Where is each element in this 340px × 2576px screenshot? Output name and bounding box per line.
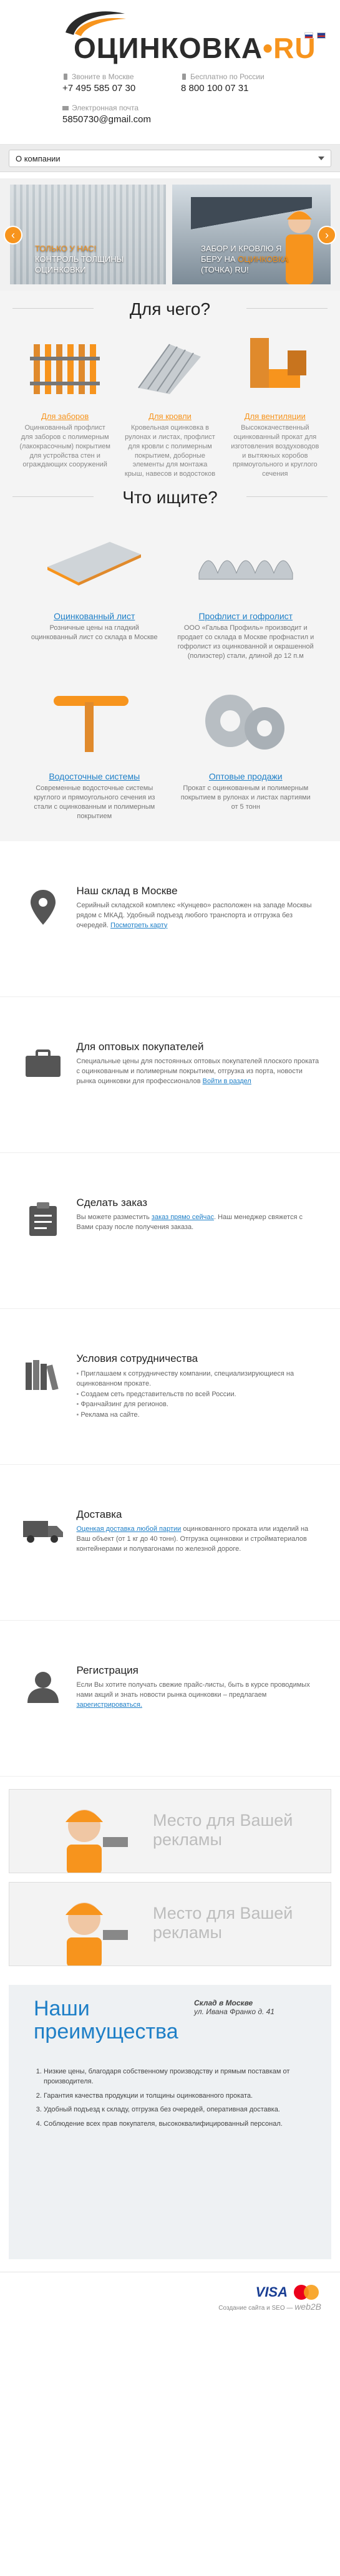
info-warehouse-title: Наш склад в Москве: [76, 884, 178, 897]
gutter-icon: [54, 696, 129, 753]
mastercard-icon: [294, 2284, 321, 2301]
what-tile: Оцинкованный лист Розничные цены на глад…: [26, 514, 163, 660]
flag-ru-icon[interactable]: [304, 32, 313, 39]
ads-section: Место для Вашей рекламы Место для Вашей …: [0, 1776, 340, 1981]
nav-bar: О компании: [0, 145, 340, 172]
order-now-link[interactable]: заказ прямо сейчас: [152, 1213, 214, 1221]
advantages: Наши преимущества Склад в Москве ул. Ива…: [9, 1984, 331, 2259]
email-label: Электронная почта: [72, 104, 139, 112]
nav-select-value: О компании: [16, 153, 61, 163]
what-link-galvanized-sheet[interactable]: Оцинкованный лист: [26, 611, 163, 621]
why-link-ventilation[interactable]: Для вентиляции: [228, 412, 322, 421]
info-registration: Регистрация Если Вы хотите получать свеж…: [0, 1621, 340, 1777]
info-cooperation: Условия сотрудничества Приглашаем к сотр…: [0, 1309, 340, 1465]
moscow-phone[interactable]: +7 495 585 07 30: [62, 83, 168, 94]
roof-sheet-icon: [138, 344, 202, 394]
info-warehouse: Наш склад в Москве Серийный складской ко…: [0, 841, 340, 997]
language-switcher: [304, 32, 326, 39]
info-registration-title: Регистрация: [76, 1664, 138, 1676]
galvanized-sheet-icon: [47, 542, 142, 586]
advantages-list: Низкие цены, благодаря собственному прои…: [34, 2067, 306, 2130]
slide-left-caption: ТОЛЬКО У НАС! КОНТРОЛЬ ТОЛЩИНЫ ОЦИНКОВКИ: [35, 244, 124, 275]
what-tile: Водосточные системы Современные водосточ…: [26, 674, 163, 821]
cooperation-list: Приглашаем к сотрудничеству компании, сп…: [77, 1369, 322, 1421]
info-wholesale-title: Для оптовых покупателей: [76, 1040, 204, 1053]
truck-icon: [23, 1520, 64, 1543]
agency-link[interactable]: web2B: [294, 2302, 321, 2312]
chevron-down-icon: [318, 157, 324, 160]
profiled-sheet-icon: [198, 560, 293, 580]
register-link[interactable]: зарегистрироваться.: [77, 1701, 142, 1709]
visa-logo: VISA: [255, 2284, 288, 2300]
moscow-phone-label: Звоните в Москве: [72, 72, 134, 81]
why-tile: Для вентиляции Высококачественный оцинко…: [228, 326, 322, 479]
email-link[interactable]: 5850730@gmail.com: [62, 114, 287, 125]
slider: ТОЛЬКО У НАС! КОНТРОЛЬ ТОЛЩИНЫ ОЦИНКОВКИ…: [0, 178, 340, 291]
info-cooperation-title: Условия сотрудничества: [76, 1352, 198, 1364]
flag-en-icon[interactable]: [317, 32, 326, 39]
map-pin-icon: [31, 889, 56, 925]
worker-image: [66, 1809, 128, 1873]
delivery-link[interactable]: Оценкая доставка любой партии: [77, 1525, 182, 1533]
info-delivery: Доставка Оценкая доставка любой партии о…: [0, 1465, 340, 1621]
info-order: Сделать заказ Вы можете разместить заказ…: [0, 1153, 340, 1309]
info-wholesale: Для оптовых покупателей Специальные цены…: [0, 997, 340, 1153]
what-tile: Оптовые продажи Прокат с оцинкованным и …: [177, 674, 314, 821]
ventilation-icon: [250, 338, 306, 388]
warehouse-address: Склад в Москве ул. Ивана Франко д. 41: [194, 1998, 274, 2016]
why-section: Для чего? Для заборов Оцинкованный профл…: [0, 291, 340, 841]
why-title: Для чего?: [0, 291, 340, 326]
credits: Создание сайта и SEO — web2B: [218, 2301, 321, 2312]
what-link-profiled-sheet[interactable]: Профлист и гофролист: [177, 611, 314, 621]
phone-icon: [64, 74, 67, 80]
russia-phone[interactable]: 8 800 100 07 31: [181, 83, 287, 94]
steel-coil-icon: [205, 695, 284, 750]
books-icon: [26, 1359, 59, 1390]
slider-prev-button[interactable]: ‹: [4, 226, 22, 244]
contacts: Звоните в Москве +7 495 585 07 30 Беспла…: [62, 72, 287, 125]
info-delivery-title: Доставка: [76, 1508, 122, 1520]
worker-image: [66, 1902, 128, 1966]
mail-icon: [62, 106, 69, 110]
logo[interactable]: ОЦИНКОВКА•RU: [56, 7, 326, 64]
slider-next-button[interactable]: ›: [318, 226, 336, 244]
user-icon: [27, 1671, 59, 1703]
what-title: Что ищите?: [0, 479, 340, 514]
what-link-wholesale[interactable]: Оптовые продажи: [177, 771, 314, 781]
wholesale-enter-link[interactable]: Войти в раздел: [203, 1078, 251, 1085]
clipboard-icon: [29, 1202, 57, 1236]
why-link-roof[interactable]: Для кровли: [123, 412, 216, 421]
briefcase-icon: [26, 1049, 61, 1077]
phone-icon: [182, 74, 186, 80]
ad-banner[interactable]: Место для Вашей рекламы: [9, 1788, 331, 1873]
slide-right[interactable]: ЗАБОР И КРОВЛЮ Я БЕРУ НА ОЦИНКОВКА (ТОЧК…: [172, 185, 331, 284]
advantages-title: Наши преимущества: [34, 1996, 178, 2044]
header: ОЦИНКОВКА•RU Звоните в Москве +7 495 585…: [0, 0, 340, 145]
russia-phone-label: Бесплатно по России: [190, 72, 265, 81]
nav-select[interactable]: О компании: [9, 150, 331, 167]
info-section: Наш склад в Москве Серийный складской ко…: [0, 841, 340, 1777]
why-tile: Для заборов Оцинкованный профлист для за…: [18, 326, 112, 479]
logo-text: ОЦИНКОВКА•RU: [74, 32, 316, 64]
what-tile: Профлист и гофролист ООО «Гальва Профиль…: [177, 514, 314, 660]
why-link-fences[interactable]: Для заборов: [18, 412, 112, 421]
info-order-title: Сделать заказ: [76, 1196, 148, 1208]
payment-methods: VISA: [256, 2284, 321, 2301]
map-link[interactable]: Посмотреть карту: [110, 922, 167, 929]
slide-left[interactable]: ТОЛЬКО У НАС! КОНТРОЛЬ ТОЛЩИНЫ ОЦИНКОВКИ: [10, 185, 166, 284]
footer: VISA Создание сайта и SEO — web2B: [0, 2271, 340, 2317]
what-link-gutters[interactable]: Водосточные системы: [26, 771, 163, 781]
slide-right-caption: ЗАБОР И КРОВЛЮ Я БЕРУ НА ОЦИНКОВКА (ТОЧК…: [201, 244, 289, 275]
ad-banner[interactable]: Место для Вашей рекламы: [9, 1881, 331, 1966]
why-tile: Для кровли Кровельная оцинковка в рулона…: [123, 326, 216, 479]
fence-icon: [30, 344, 100, 394]
